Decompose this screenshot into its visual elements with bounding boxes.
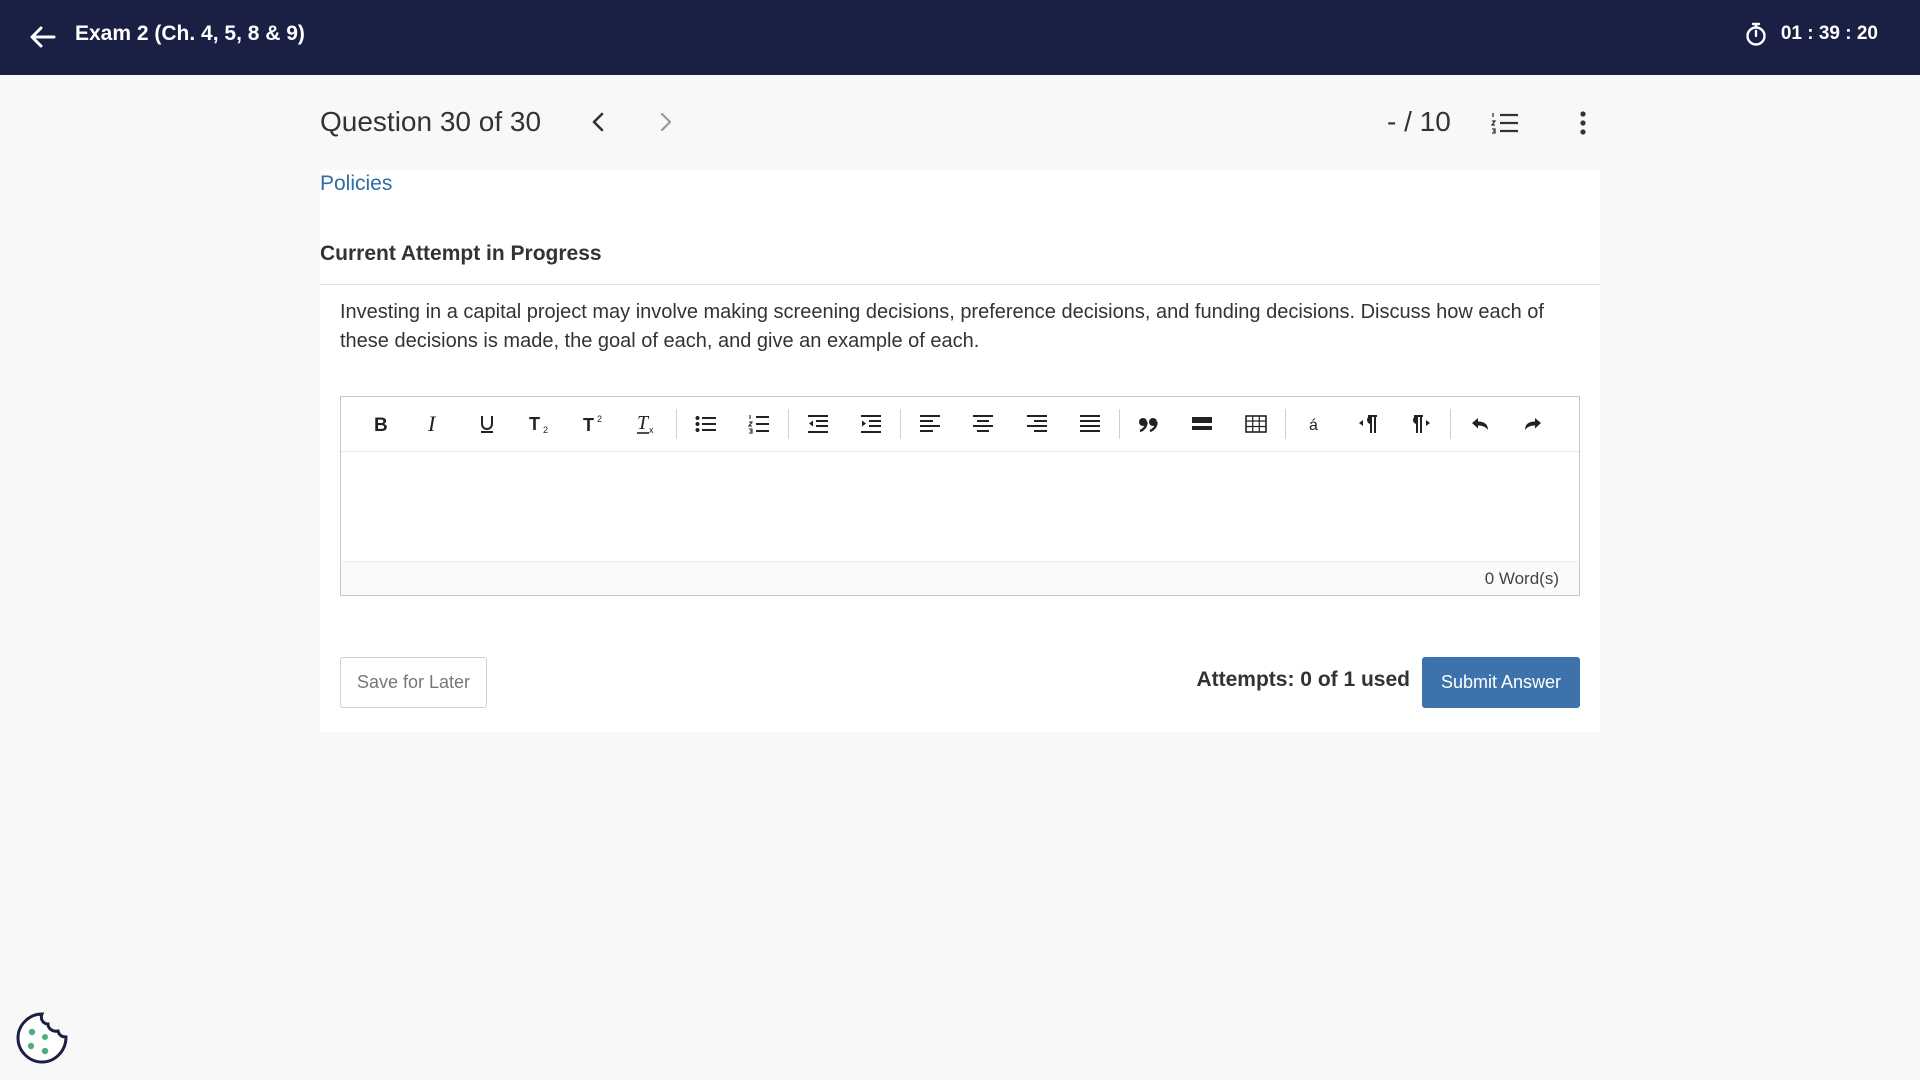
align-justify-button[interactable] [1064,404,1118,444]
svg-text:T: T [529,414,540,434]
undo-button[interactable] [1453,404,1507,444]
bold-button[interactable]: B [353,404,407,444]
table-button[interactable] [1229,404,1283,444]
blockquote-button[interactable] [1122,404,1176,444]
bulleted-list-icon [695,416,716,432]
align-justify-icon [1080,415,1101,432]
svg-text:2: 2 [543,425,548,434]
toolbar-separator [788,409,789,439]
more-vertical-icon [1580,111,1586,135]
next-question-button[interactable] [650,106,682,138]
horizontal-rule-icon [1192,417,1213,430]
svg-text:T: T [583,415,594,434]
rich-text-editor: B I T2 T2 Tx á 0 Word(s) [340,396,1580,596]
divider [320,284,1600,285]
exam-timer: 01 : 39 : 20 [1745,22,1878,46]
back-button[interactable] [26,20,60,54]
clear-format-icon: Tx [637,413,654,435]
svg-text:x: x [649,425,654,435]
subscript-icon: T2 [529,414,548,434]
special-character-icon: á [1309,417,1318,433]
attempts-counter: Attempts: 0 of 1 used [1196,668,1410,691]
toolbar-separator [1284,409,1286,439]
attempt-heading: Current Attempt in Progress [320,242,602,265]
exam-title: Exam 2 (Ch. 4, 5, 8 & 9) [75,22,305,45]
italic-button[interactable]: I [407,404,461,444]
indent-button[interactable] [845,404,899,444]
chevron-left-icon [592,112,604,132]
save-for-later-button[interactable]: Save for Later [340,657,487,708]
top-bar: Exam 2 (Ch. 4, 5, 8 & 9) 01 : 39 : 20 [0,0,1920,75]
table-icon [1244,415,1267,433]
timer-value: 01 : 39 : 20 [1780,23,1878,44]
question-header: Question 30 of 30 - / 10 [320,100,1600,146]
question-card: Policies Current Attempt in Progress Inv… [320,170,1600,732]
paragraph-rtl-icon [1413,415,1431,433]
underline-button[interactable] [460,404,514,444]
question-prompt: Investing in a capital project may invol… [340,301,1544,352]
superscript-icon: T2 [583,414,602,434]
question-list-button[interactable] [1488,106,1522,140]
more-options-button[interactable] [1566,106,1600,140]
word-count: 0 Word(s) [341,561,1579,595]
italic-icon: I [427,414,437,434]
align-center-icon [973,415,994,432]
indent-icon [861,415,882,433]
toolbar-separator [1119,409,1120,439]
cookie-settings-button[interactable] [14,1010,70,1066]
chevron-right-icon [660,112,672,132]
submit-answer-button[interactable]: Submit Answer [1422,657,1580,708]
undo-icon [1471,418,1488,430]
cookie-icon [16,1012,68,1064]
toolbar-separator [900,409,901,439]
align-right-icon [1026,415,1047,432]
question-score: - / 10 [1387,106,1451,137]
underline-icon [480,416,493,433]
svg-text:á: á [1309,417,1318,433]
previous-question-button[interactable] [582,106,614,138]
remove-format-button[interactable]: Tx [621,404,675,444]
answer-text-area[interactable] [341,452,1579,561]
arrow-left-icon [30,26,56,48]
svg-text:B: B [374,415,388,433]
editor-toolbar: B I T2 T2 Tx á [341,397,1579,452]
outdent-icon [807,415,828,433]
superscript-button[interactable]: T2 [567,404,621,444]
subscript-button[interactable]: T2 [514,404,568,444]
text-direction-rtl-button[interactable] [1395,404,1449,444]
bold-icon: B [374,415,388,433]
align-left-icon [919,415,940,432]
svg-text:I: I [427,414,437,434]
policies-link[interactable]: Policies [320,172,392,196]
align-center-button[interactable] [957,404,1011,444]
horizontal-rule-button[interactable] [1176,404,1230,444]
numbered-list-button[interactable] [733,404,787,444]
outdent-button[interactable] [791,404,845,444]
numbered-list-icon [1491,113,1518,134]
redo-icon [1525,418,1542,430]
special-character-button[interactable]: á [1288,404,1342,444]
paragraph-ltr-icon [1358,415,1377,433]
stopwatch-icon [1746,22,1766,46]
bulleted-list-button[interactable] [679,404,733,444]
align-right-button[interactable] [1010,404,1064,444]
toolbar-separator [676,409,677,439]
svg-text:2: 2 [597,414,602,424]
quote-icon [1138,418,1158,432]
toolbar-separator [1450,409,1451,439]
text-direction-ltr-button[interactable] [1341,404,1395,444]
question-counter: Question 30 of 30 [320,106,542,137]
align-left-button[interactable] [903,404,957,444]
redo-button[interactable] [1507,404,1561,444]
ordered-list-icon [748,415,770,434]
